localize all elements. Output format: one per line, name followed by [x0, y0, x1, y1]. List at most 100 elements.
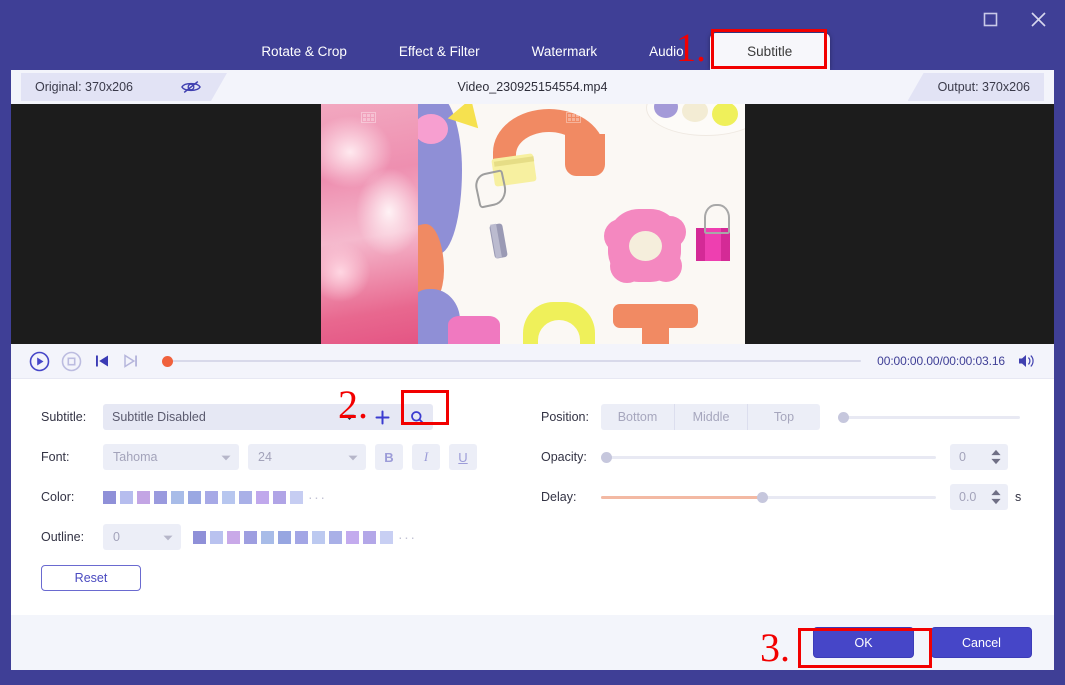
outline-swatch-9[interactable] [346, 530, 359, 544]
tab-watermark[interactable]: Watermark [506, 33, 624, 70]
outline-swatch-0[interactable] [193, 530, 206, 544]
playback-controls [29, 351, 140, 372]
delay-slider[interactable] [601, 489, 936, 505]
outline-more-button[interactable]: ··· [398, 529, 417, 545]
video-preview[interactable] [11, 104, 1054, 344]
outline-swatch-7[interactable] [312, 530, 325, 544]
search-icon[interactable] [401, 404, 433, 430]
italic-button[interactable]: I [412, 444, 440, 470]
output-size-label: Output: 370x206 [937, 80, 1030, 94]
footer-bar: OK Cancel [11, 615, 1054, 670]
font-size-select[interactable]: 24 [248, 444, 366, 470]
delay-unit-label: s [1015, 490, 1022, 504]
outline-swatch-1[interactable] [210, 530, 223, 544]
stepper-arrows[interactable] [991, 489, 1001, 505]
subtitle-editor-window: Rotate & Crop Effect & Filter Watermark … [0, 0, 1065, 685]
outline-width-select[interactable]: 0 [103, 524, 181, 550]
tab-audio[interactable]: Audio [623, 33, 710, 70]
opacity-slider[interactable] [601, 449, 936, 465]
font-row: Font: Tahoma 24 B I U [41, 437, 521, 477]
color-swatch-0[interactable] [103, 490, 116, 504]
opacity-label: Opacity: [541, 450, 587, 464]
seek-slider[interactable] [162, 353, 862, 369]
subtitle-select[interactable]: Subtitle Disabled [103, 404, 335, 430]
tab-subtitle[interactable]: Subtitle [709, 33, 830, 70]
subtitle-label: Subtitle: [41, 410, 87, 424]
cancel-button[interactable]: Cancel [931, 627, 1032, 658]
font-label: Font: [41, 450, 70, 464]
delay-slider-handle[interactable] [756, 491, 768, 503]
outline-swatch-2[interactable] [227, 530, 240, 544]
opacity-stepper[interactable]: 0 [950, 444, 1008, 470]
chevron-down-icon [348, 450, 358, 464]
delay-row: Delay: 0.0 s [541, 477, 1041, 517]
outline-swatch-6[interactable] [295, 530, 308, 544]
color-swatch-7[interactable] [222, 490, 235, 504]
play-circle-icon[interactable] [29, 351, 50, 372]
controls-right-column: Position: Bottom Middle Top Opacity: 0 D… [541, 397, 1041, 517]
stepper-arrows[interactable] [991, 449, 1001, 465]
color-swatch-6[interactable] [205, 490, 218, 504]
color-swatch-9[interactable] [256, 490, 269, 504]
position-label: Position: [541, 410, 589, 424]
position-option-middle[interactable]: Middle [674, 404, 747, 430]
bold-button[interactable]: B [375, 444, 403, 470]
maximize-icon[interactable] [975, 4, 1005, 34]
color-label: Color: [41, 490, 75, 504]
outline-swatch-8[interactable] [329, 530, 342, 544]
tab-rotate-crop[interactable]: Rotate & Crop [235, 33, 373, 70]
color-more-button[interactable]: ··· [308, 489, 327, 505]
close-icon[interactable] [1023, 4, 1053, 34]
color-swatch-4[interactable] [171, 490, 184, 504]
video-left-strip [321, 104, 418, 344]
chevron-down-icon[interactable] [335, 404, 363, 430]
delay-stepper[interactable]: 0.0 [950, 484, 1008, 510]
watermark-icon-2 [566, 112, 581, 123]
skip-next-icon[interactable] [122, 352, 140, 370]
ok-button[interactable]: OK [813, 627, 914, 658]
chevron-down-icon [163, 530, 173, 544]
outline-swatch-5[interactable] [278, 530, 291, 544]
color-swatch-10[interactable] [273, 490, 286, 504]
font-family-value: Tahoma [113, 450, 158, 464]
original-size-label: Original: 370x206 [35, 80, 133, 94]
original-size-chip: Original: 370x206 [21, 73, 227, 101]
color-swatch-11[interactable] [290, 490, 303, 504]
color-swatch-8[interactable] [239, 490, 252, 504]
eye-slash-icon[interactable] [181, 80, 201, 94]
stop-circle-icon[interactable] [61, 351, 82, 372]
outline-swatch-10[interactable] [363, 530, 376, 544]
plus-icon[interactable] [363, 404, 401, 430]
tab-bar: Rotate & Crop Effect & Filter Watermark … [0, 33, 1065, 70]
underline-button[interactable]: U [449, 444, 477, 470]
opacity-slider-handle[interactable] [601, 451, 612, 463]
color-swatch-5[interactable] [188, 490, 201, 504]
title-bar: Rotate & Crop Effect & Filter Watermark … [0, 0, 1065, 70]
tab-effect-filter[interactable]: Effect & Filter [373, 33, 506, 70]
font-size-value: 24 [258, 450, 272, 464]
position-option-top[interactable]: Top [747, 404, 820, 430]
info-strip: Original: 370x206 Video_230925154554.mp4… [11, 70, 1054, 104]
outline-swatch-4[interactable] [261, 530, 274, 544]
seek-handle[interactable] [162, 355, 173, 367]
color-swatch-3[interactable] [154, 490, 167, 504]
outline-swatch-11[interactable] [380, 530, 393, 544]
position-slider[interactable] [838, 409, 1020, 425]
opacity-value: 0 [959, 450, 966, 464]
main-panel: Original: 370x206 Video_230925154554.mp4… [11, 70, 1054, 670]
position-option-bottom[interactable]: Bottom [601, 404, 674, 430]
outline-width-value: 0 [113, 530, 120, 544]
font-family-select[interactable]: Tahoma [103, 444, 239, 470]
position-segmented-control: Bottom Middle Top [601, 404, 820, 430]
reset-button[interactable]: Reset [41, 565, 141, 591]
outline-swatch-3[interactable] [244, 530, 257, 544]
color-swatch-1[interactable] [120, 490, 133, 504]
controls-left-column: Subtitle: Subtitle Disabled Font: Tahoma… [41, 397, 521, 591]
color-swatch-2[interactable] [137, 490, 150, 504]
output-size-chip: Output: 370x206 [907, 73, 1044, 101]
outline-label: Outline: [41, 530, 85, 544]
subtitle-row: Subtitle: Subtitle Disabled [41, 397, 521, 437]
volume-icon[interactable] [1017, 353, 1036, 369]
position-slider-handle[interactable] [838, 411, 849, 423]
skip-previous-icon[interactable] [93, 352, 111, 370]
